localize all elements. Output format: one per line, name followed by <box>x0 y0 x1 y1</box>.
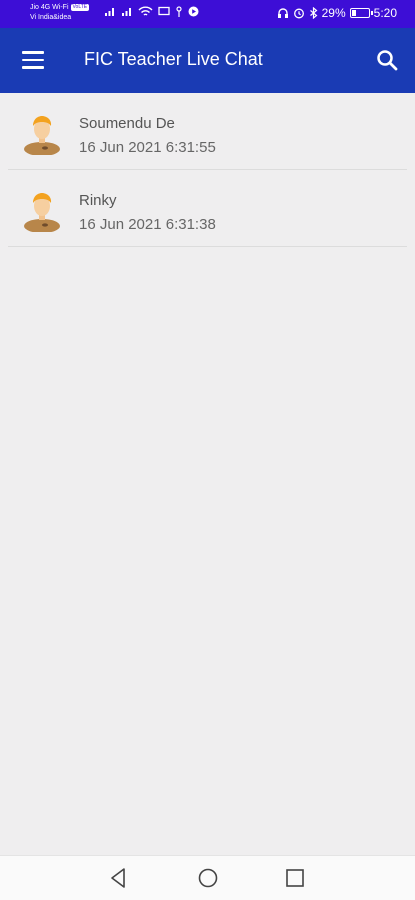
search-icon[interactable] <box>375 48 399 72</box>
signal-icon <box>122 8 131 16</box>
alarm-icon <box>293 8 304 19</box>
page-title: FIC Teacher Live Chat <box>84 49 263 69</box>
recents-icon[interactable] <box>283 866 307 890</box>
carrier-info: Jio 4G Wi-Fi VoLTE Vi India&idea <box>30 3 90 23</box>
avatar <box>24 193 60 232</box>
volte-badge: VoLTE <box>70 3 90 11</box>
bluetooth-icon <box>309 7 318 19</box>
clock: 5:20 <box>373 6 397 20</box>
list-item[interactable]: Soumendu De 16 Jun 2021 6:31:55 <box>8 93 407 170</box>
carrier-secondary: Vi India&idea <box>30 14 72 21</box>
chat-list: Soumendu De 16 Jun 2021 6:31:55 Rinky 16… <box>0 93 415 247</box>
app-bar: FIC Teacher Live Chat <box>0 28 415 93</box>
system-status: 29% 5:20 <box>277 6 397 20</box>
carrier-primary: Jio 4G Wi-Fi <box>30 4 69 11</box>
avatar <box>24 116 60 155</box>
usb-icon <box>176 6 182 17</box>
list-item[interactable]: Rinky 16 Jun 2021 6:31:38 <box>8 170 407 247</box>
back-icon[interactable] <box>107 866 131 890</box>
battery-icon <box>349 8 373 18</box>
headset-icon <box>277 8 288 18</box>
contact-name: Rinky <box>79 192 117 209</box>
wifi-icon <box>138 6 153 16</box>
system-nav-bar <box>0 855 415 900</box>
status-icons <box>104 6 199 17</box>
status-bar: Jio 4G Wi-Fi VoLTE Vi India&idea 29% 5:20 <box>0 0 415 28</box>
signal-icon <box>105 8 114 16</box>
menu-icon[interactable] <box>22 51 44 69</box>
contact-name: Soumendu De <box>79 115 175 132</box>
battery-percent: 29% <box>321 6 346 20</box>
message-timestamp: 16 Jun 2021 6:31:38 <box>79 216 216 233</box>
cast-icon <box>158 6 170 16</box>
play-icon <box>188 6 199 17</box>
home-icon[interactable] <box>196 866 220 890</box>
message-timestamp: 16 Jun 2021 6:31:55 <box>79 139 216 156</box>
